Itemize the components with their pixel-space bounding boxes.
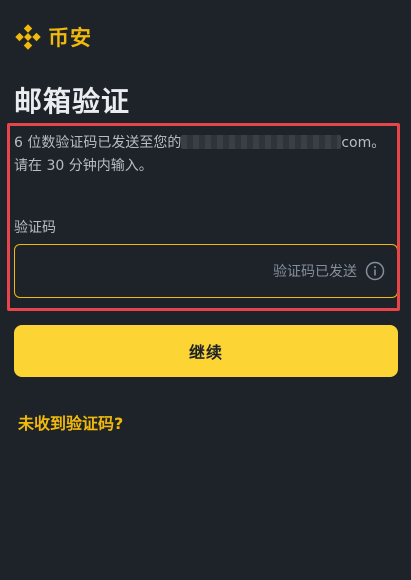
continue-button[interactable]: 继续 [14, 325, 398, 377]
brand-logo: 币安 [14, 22, 92, 52]
code-not-received-link[interactable]: 未收到验证码? [18, 410, 123, 434]
page-title: 邮箱验证 [14, 85, 131, 118]
annotation-highlight-box [7, 123, 400, 311]
binance-logo-icon [15, 24, 41, 50]
brand-name: 币安 [48, 26, 92, 50]
email-verification-screen: 币安 邮箱验证 6 位数验证码已发送至您的 com。 请在 30 分钟内输入。 验… [0, 0, 411, 580]
